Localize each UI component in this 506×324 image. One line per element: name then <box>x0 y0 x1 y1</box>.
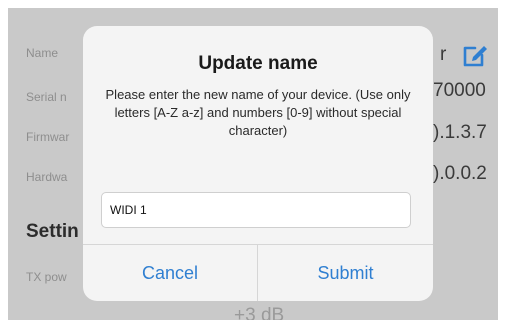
cancel-button[interactable]: Cancel <box>83 245 258 301</box>
tx-power-label: TX pow <box>26 270 67 284</box>
device-name-value: r <box>440 44 447 65</box>
hardware-label: Hardwa <box>26 170 68 184</box>
settings-section-title: Settin <box>26 221 79 242</box>
update-name-dialog: Update name Please enter the new name of… <box>83 26 433 301</box>
name-label: Name <box>26 46 59 60</box>
dialog-title: Update name <box>198 53 318 74</box>
tx-power-value: +3 dB <box>234 305 285 320</box>
dialog-button-row: Cancel Submit <box>83 244 433 301</box>
hardware-value: ).0.0.2 <box>433 163 487 184</box>
submit-button[interactable]: Submit <box>258 245 433 301</box>
edit-icon[interactable] <box>461 41 489 69</box>
firmware-label: Firmwar <box>26 130 70 144</box>
device-name-input[interactable] <box>101 192 411 228</box>
dialog-message: Please enter the new name of your device… <box>105 87 411 138</box>
serial-number-value: 70000 <box>433 80 486 101</box>
serial-number-label: Serial n <box>26 90 67 104</box>
firmware-value: ).1.3.7 <box>433 122 487 143</box>
